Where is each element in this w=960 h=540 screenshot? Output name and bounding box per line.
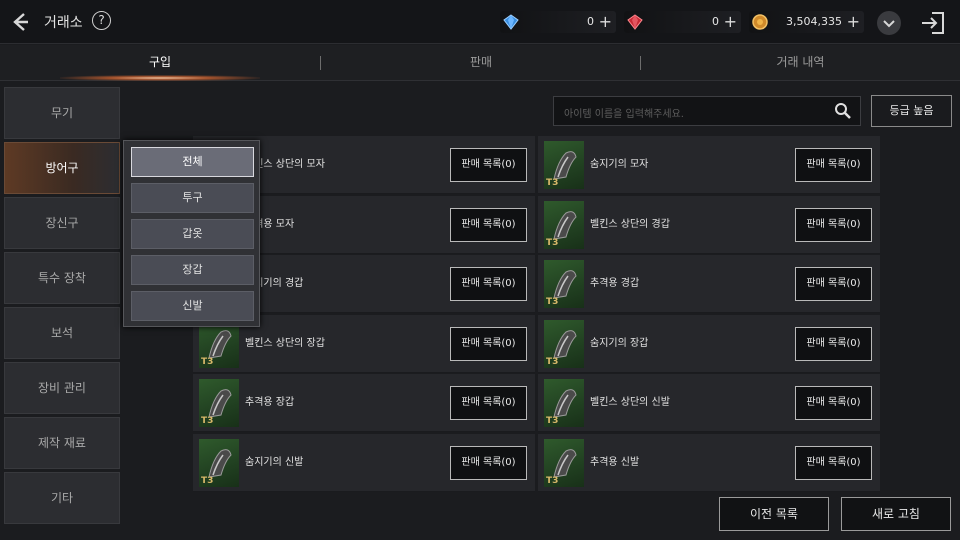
gold-coin-icon: [752, 14, 768, 30]
gold-value: 3,504,335: [786, 15, 842, 28]
item-row[interactable]: T3 벨킨스 상단의 경갑 판매 목록(0): [538, 195, 880, 254]
item-row[interactable]: T3 추격용 신발 판매 목록(0): [538, 433, 880, 492]
red-gem-currency: 0 +: [624, 11, 741, 33]
red-gem-plus-button[interactable]: +: [724, 12, 737, 31]
item-row[interactable]: T3 추격용 경갑 판매 목록(0): [538, 255, 880, 313]
item-tier: T3: [546, 475, 559, 486]
sell-list-button[interactable]: 판매 목록(0): [450, 326, 527, 361]
subcategory-all[interactable]: 전체: [131, 147, 254, 177]
sidebar-item-accessory[interactable]: 장신구: [4, 197, 120, 249]
red-gem-value: 0: [712, 15, 719, 28]
item-thumbnail: T3: [544, 319, 584, 368]
item-name: 숨지기의 장갑: [590, 337, 649, 349]
item-name: 추격용 장갑: [245, 397, 295, 408]
sidebar-item-special[interactable]: 특수 장착: [4, 252, 120, 304]
exit-icon[interactable]: [920, 10, 946, 36]
sidebar-item-equip-manage[interactable]: 장비 관리: [4, 362, 120, 414]
item-name: 벨킨스 상단의 경갑: [590, 218, 670, 230]
item-tier: T3: [201, 416, 214, 426]
item-tier: T3: [546, 237, 559, 248]
item-name: 벨킨스 상단의 신발: [590, 397, 670, 408]
tab-sell[interactable]: 판매: [321, 45, 641, 81]
refresh-button[interactable]: 새로 고침: [841, 497, 951, 531]
back-arrow-icon[interactable]: [10, 11, 32, 33]
sell-list-button[interactable]: 판매 목록(0): [795, 386, 872, 420]
sell-list-button[interactable]: 판매 목록(0): [795, 445, 872, 480]
item-row[interactable]: T3 숨지기의 장갑 판매 목록(0): [538, 314, 880, 373]
sidebar-item-armor[interactable]: 방어구: [4, 142, 120, 194]
sell-list-button[interactable]: 판매 목록(0): [450, 267, 527, 301]
exchange-screen: 거래소 ? 0 + 0 + 3,504,335 + 구입 판매 거래 내역 무기…: [0, 0, 960, 540]
tab-buy[interactable]: 구입: [0, 45, 320, 81]
item-name: 벨킨스 상단의 장갑: [245, 337, 325, 349]
page-title: 거래소: [44, 15, 83, 31]
top-bar: 거래소 ? 0 + 0 + 3,504,335 +: [0, 0, 960, 44]
subcategory-helmet[interactable]: 투구: [131, 183, 254, 213]
item-row[interactable]: T3 벨킨스 상단의 신발 판매 목록(0): [538, 374, 880, 432]
blue-gem-value: 0: [587, 15, 594, 28]
item-thumbnail: T3: [544, 438, 584, 487]
item-tier: T3: [546, 416, 559, 426]
item-tier: T3: [546, 297, 559, 307]
item-row[interactable]: T3 숨지기의 모자 판매 목록(0): [538, 136, 880, 194]
item-tier: T3: [546, 178, 559, 188]
blue-gem-plus-button[interactable]: +: [599, 12, 612, 31]
blue-gem-icon: [503, 14, 519, 30]
sell-list-button[interactable]: 판매 목록(0): [450, 207, 527, 242]
search-icon[interactable]: [834, 102, 852, 120]
red-gem-icon: [627, 14, 643, 30]
main-tabs: 구입 판매 거래 내역: [0, 45, 960, 81]
item-name: 숨지기의 신발: [245, 456, 304, 468]
sidebar-item-crafting[interactable]: 제작 재료: [4, 417, 120, 469]
item-name: 추격용 경갑: [590, 278, 640, 289]
help-icon[interactable]: ?: [92, 11, 111, 30]
item-tier: T3: [546, 356, 559, 367]
item-tier: T3: [201, 475, 214, 486]
item-thumbnail: T3: [544, 141, 584, 189]
item-thumbnail: T3: [544, 200, 584, 249]
tab-history[interactable]: 거래 내역: [641, 45, 960, 81]
blue-gem-currency: 0 +: [500, 11, 616, 33]
sell-list-button[interactable]: 판매 목록(0): [795, 148, 872, 182]
item-thumbnail: T3: [199, 379, 239, 427]
item-thumbnail: T3: [544, 379, 584, 427]
prev-list-button[interactable]: 이전 목록: [719, 497, 829, 531]
subcategory-boots[interactable]: 신발: [131, 291, 254, 321]
sell-list-button[interactable]: 판매 목록(0): [795, 267, 872, 301]
chevron-down-icon[interactable]: [877, 11, 901, 35]
sort-grade-button[interactable]: 등급 높음: [871, 95, 952, 127]
item-tier: T3: [201, 356, 214, 367]
item-thumbnail: T3: [544, 260, 584, 308]
item-row[interactable]: T3 숨지기의 신발 판매 목록(0): [193, 433, 535, 492]
search-field[interactable]: 아이템 이름을 입력해주세요.: [553, 96, 861, 126]
subcategory-chest[interactable]: 갑옷: [131, 219, 254, 249]
armor-subcategory-dropdown: 전체 투구 갑옷 장갑 신발: [123, 140, 260, 327]
sidebar-item-gem[interactable]: 보석: [4, 307, 120, 359]
sidebar-item-weapon[interactable]: 무기: [4, 87, 120, 139]
item-name: 숨지기의 모자: [590, 159, 649, 170]
sell-list-button[interactable]: 판매 목록(0): [450, 148, 527, 182]
item-row[interactable]: T3 추격용 장갑 판매 목록(0): [193, 374, 535, 432]
item-name: 추격용 신발: [590, 456, 640, 468]
sell-list-button[interactable]: 판매 목록(0): [450, 386, 527, 420]
sidebar-item-etc[interactable]: 기타: [4, 472, 120, 524]
gold-plus-button[interactable]: +: [847, 12, 860, 31]
gold-currency: 3,504,335 +: [749, 11, 864, 33]
sell-list-button[interactable]: 판매 목록(0): [450, 445, 527, 480]
sell-list-button[interactable]: 판매 목록(0): [795, 207, 872, 242]
item-thumbnail: T3: [199, 438, 239, 487]
sell-list-button[interactable]: 판매 목록(0): [795, 326, 872, 361]
subcategory-gloves[interactable]: 장갑: [131, 255, 254, 285]
search-placeholder: 아이템 이름을 입력해주세요.: [564, 109, 684, 120]
